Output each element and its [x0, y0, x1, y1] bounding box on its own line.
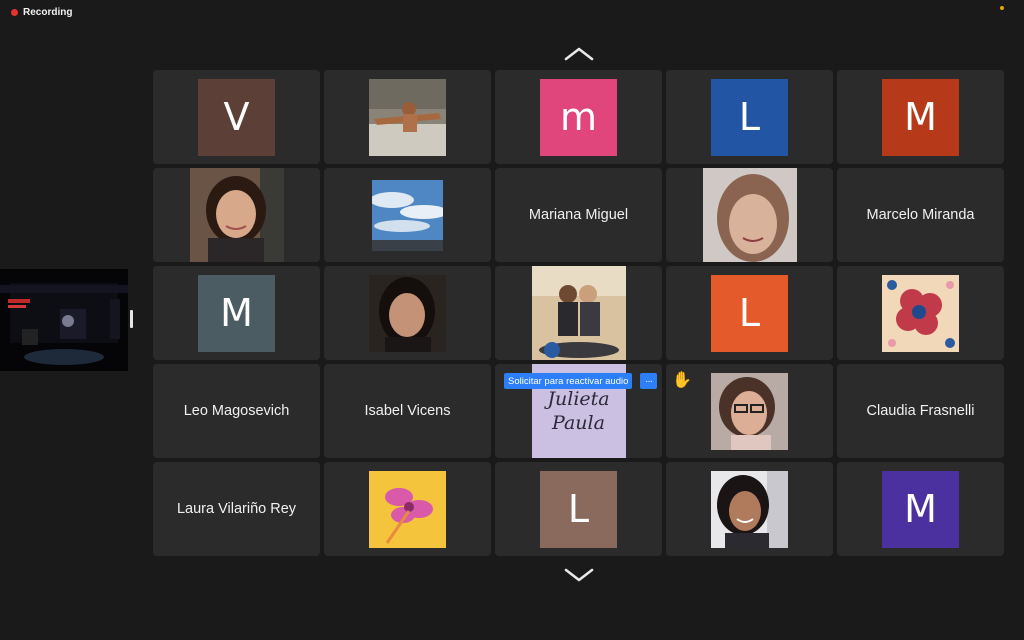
- woman-selfie-photo: [702, 168, 797, 262]
- participant-name: Laura Vilariño Rey: [176, 501, 297, 517]
- raised-hand-icon: ✋: [672, 372, 692, 389]
- participant-avatar: M: [198, 274, 275, 352]
- participant-tile[interactable]: M: [153, 266, 320, 360]
- participant-name: Leo Magosevich: [183, 403, 290, 419]
- couple-motorcycle-photo: [531, 266, 626, 360]
- sky-clouds-photo: [372, 179, 443, 251]
- participant-tile[interactable]: V: [153, 70, 320, 164]
- pink-flower-photo: [369, 470, 446, 548]
- participant-tile[interactable]: [666, 168, 833, 262]
- participant-gallery: Vm L M Mariana Miguel Marcelo Miranda M L Leo M…: [153, 70, 1004, 556]
- participant-tile[interactable]: [324, 168, 491, 262]
- person-outdoors-photo: [369, 78, 446, 156]
- camera-in-use-icon: [1000, 6, 1004, 10]
- participant-tile[interactable]: M: [837, 462, 1004, 556]
- recording-label: Recording: [23, 7, 73, 18]
- participant-tile[interactable]: m: [495, 70, 662, 164]
- page-down-chevron-down-icon[interactable]: [563, 566, 595, 584]
- participant-avatar: L: [711, 274, 788, 352]
- woman-dark-hair-photo: [369, 274, 446, 352]
- participant-avatar: L: [711, 78, 788, 156]
- page-up-chevron-up-icon[interactable]: [563, 45, 595, 63]
- more-options-button[interactable]: ···: [640, 373, 657, 389]
- participant-tile[interactable]: L: [666, 266, 833, 360]
- participant-tile[interactable]: M: [837, 70, 1004, 164]
- participant-tile[interactable]: [324, 462, 491, 556]
- participant-name: Marcelo Miranda: [866, 207, 975, 223]
- participant-name: Mariana Miguel: [528, 207, 629, 223]
- card-text-line: Julieta: [547, 388, 610, 410]
- participant-tile[interactable]: Isabel Vicens: [324, 364, 491, 458]
- participant-tile[interactable]: Marcelo Miranda: [837, 168, 1004, 262]
- participant-avatar: M: [882, 470, 959, 548]
- woman-glasses-photo: [711, 372, 788, 450]
- panel-resize-handle[interactable]: [130, 310, 133, 328]
- participant-tile[interactable]: [837, 266, 1004, 360]
- screen-share-thumbnail[interactable]: [0, 269, 128, 371]
- participant-tile[interactable]: [324, 70, 491, 164]
- participant-tile[interactable]: Leo Magosevich: [153, 364, 320, 458]
- participant-tile[interactable]: L: [495, 462, 662, 556]
- woman-portrait-photo: [189, 168, 284, 262]
- participant-tile[interactable]: Mariana Miguel: [495, 168, 662, 262]
- participant-avatar: M: [882, 78, 959, 156]
- request-unmute-button[interactable]: Solicitar para reactivar audio: [504, 373, 633, 389]
- card-text-line: Paula: [552, 412, 605, 434]
- recording-indicator[interactable]: Recording: [11, 7, 72, 18]
- participant-tile[interactable]: [324, 266, 491, 360]
- participant-name: Isabel Vicens: [364, 403, 451, 419]
- woman-smiling-photo: [711, 470, 788, 548]
- participant-avatar: L: [540, 470, 617, 548]
- participant-tile[interactable]: [666, 462, 833, 556]
- participant-tile[interactable]: L: [666, 70, 833, 164]
- recording-dot-icon: [11, 9, 18, 16]
- participant-name: Claudia Frasnelli: [866, 403, 975, 419]
- participant-avatar: m: [540, 78, 617, 156]
- participant-avatar: V: [198, 78, 275, 156]
- participant-tile[interactable]: Claudia Frasnelli: [837, 364, 1004, 458]
- participant-tile[interactable]: [153, 168, 320, 262]
- participant-tile[interactable]: Laura Vilariño Rey: [153, 462, 320, 556]
- participant-tile[interactable]: [495, 266, 662, 360]
- floral-tile-photo: [882, 274, 959, 352]
